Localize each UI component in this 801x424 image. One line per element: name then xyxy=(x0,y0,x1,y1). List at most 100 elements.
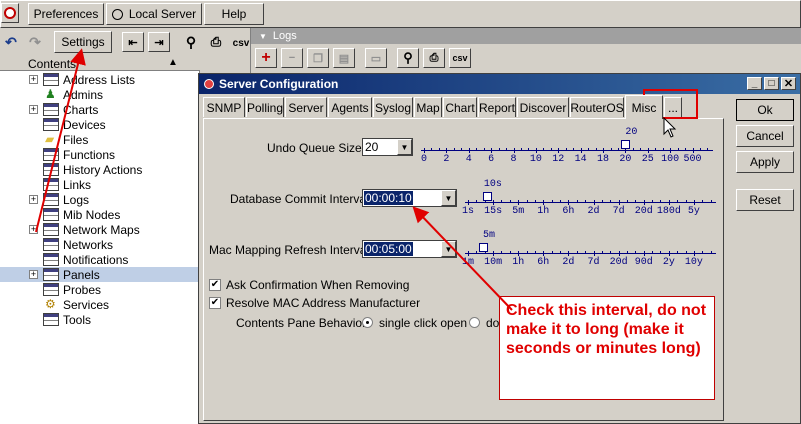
tab-label: Map xyxy=(416,100,440,115)
tree-item[interactable]: Links xyxy=(0,177,200,192)
tab-label: Server xyxy=(288,100,324,115)
tree-item-label: Links xyxy=(63,177,92,192)
tab-label: Misc xyxy=(631,100,657,115)
collapse-icon[interactable]: ▼ xyxy=(259,32,267,41)
db-commit-slider[interactable]: 1s 15s 5m 1h 6h 2d 7d 20d 180d 5y 10s xyxy=(462,178,716,218)
tree-item[interactable]: + Network Maps xyxy=(0,222,200,237)
ask-confirm-checkbox[interactable]: ✔ xyxy=(209,279,221,291)
tab-map[interactable]: Map xyxy=(414,97,442,117)
tree-item[interactable]: Devices xyxy=(0,117,200,132)
double-click-label: do xyxy=(486,316,500,330)
redo-icon[interactable]: ↷ xyxy=(24,32,46,52)
slider-tick xyxy=(543,200,545,205)
db-commit-select[interactable]: 00:00:10 ▼ xyxy=(362,189,457,207)
paste-icon[interactable]: ▤ xyxy=(333,48,355,68)
table-icon xyxy=(43,163,59,176)
close-app-button[interactable] xyxy=(1,3,19,23)
add-icon[interactable]: + xyxy=(255,48,277,68)
tree-item[interactable]: Functions xyxy=(0,147,200,162)
slider-tick xyxy=(468,200,469,205)
chevron-down-icon[interactable]: ▼ xyxy=(441,241,456,257)
tree-item[interactable]: ♟ Admins xyxy=(0,87,200,102)
tree-item[interactable]: Notifications xyxy=(0,252,200,267)
tree-item[interactable]: Probes xyxy=(0,282,200,297)
mac-refresh-select[interactable]: 00:05:00 ▼ xyxy=(362,240,457,258)
slider-tick-label: 8 xyxy=(510,154,517,165)
local-server-menu[interactable]: Local Server xyxy=(106,3,202,25)
remove-icon[interactable]: − xyxy=(281,48,303,68)
tree-item[interactable]: ⚙ Services xyxy=(0,297,200,312)
undo-icon[interactable]: ↶ xyxy=(0,32,22,52)
tab-syslog[interactable]: Syslog xyxy=(373,97,413,117)
tab-misc[interactable]: Misc xyxy=(625,95,663,119)
slider-tick xyxy=(558,148,560,153)
import-icon[interactable]: ⇤ xyxy=(122,32,144,52)
slider-tick xyxy=(476,200,478,203)
expand-plus-icon[interactable]: + xyxy=(29,270,38,279)
single-click-label: single click open xyxy=(379,316,468,330)
slider-thumb[interactable] xyxy=(482,192,492,201)
undo-queue-select[interactable]: 20 ▼ xyxy=(362,138,413,156)
tab-polling[interactable]: Polling xyxy=(246,97,284,117)
slider-tick xyxy=(660,200,662,203)
tree-item[interactable]: + Panels xyxy=(0,267,200,282)
tree-item-label: Address Lists xyxy=(63,72,136,87)
cancel-button[interactable]: Cancel xyxy=(736,125,794,147)
tree-item[interactable]: ▰ Files xyxy=(0,132,200,147)
ok-button[interactable]: Ok xyxy=(736,99,794,121)
preferences-menu[interactable]: Preferences xyxy=(28,3,104,25)
tree-item[interactable]: Tools xyxy=(0,312,200,327)
slider-tick-label: 12 xyxy=(552,154,565,165)
contents-header[interactable]: Contents ▲ xyxy=(0,57,200,71)
chevron-down-icon[interactable]: ▼ xyxy=(397,139,412,155)
close-button[interactable]: ✕ xyxy=(781,77,796,90)
reset-button[interactable]: Reset xyxy=(736,189,794,211)
expand-plus-icon[interactable]: + xyxy=(29,225,38,234)
tab-snmp[interactable]: SNMP xyxy=(203,97,245,117)
double-click-radio[interactable] xyxy=(469,317,480,328)
tab-agents[interactable]: Agents xyxy=(328,97,372,117)
minimize-button[interactable]: _ xyxy=(747,77,762,90)
tab-report[interactable]: Report xyxy=(478,97,516,117)
slider-tick-label: 2d xyxy=(587,206,600,217)
table-icon xyxy=(43,193,59,206)
logs-csv-icon[interactable]: csv xyxy=(449,48,471,68)
single-click-radio[interactable] xyxy=(362,317,373,328)
tree-item[interactable]: + Logs xyxy=(0,192,200,207)
mac-refresh-slider[interactable]: 1m 10m 1h 6h 2d 7d 20d 90d 2y 10y 5m xyxy=(462,229,716,269)
tree-item[interactable]: + Address Lists xyxy=(0,72,200,87)
expand-plus-icon[interactable]: + xyxy=(29,195,38,204)
comment-icon[interactable]: ▭ xyxy=(365,48,387,68)
slider-tick xyxy=(468,148,470,153)
tab-chart[interactable]: Chart xyxy=(443,97,477,117)
expand-plus-icon[interactable]: + xyxy=(29,105,38,114)
tab-label: SNMP xyxy=(206,100,242,115)
tree-item[interactable]: Networks xyxy=(0,237,200,252)
tree-item[interactable]: Mib Nodes xyxy=(0,207,200,222)
csv-icon[interactable]: csv xyxy=(230,33,252,53)
print-icon[interactable]: ⎙ xyxy=(205,32,227,52)
tree-item[interactable]: + Charts xyxy=(0,102,200,117)
settings-button[interactable]: Settings xyxy=(54,31,112,53)
export-icon[interactable]: ⇥ xyxy=(148,32,170,52)
apply-button[interactable]: Apply xyxy=(736,151,794,173)
tab-discover[interactable]: Discover xyxy=(517,97,569,117)
slider-track xyxy=(465,202,716,203)
help-menu[interactable]: Help xyxy=(204,3,264,25)
slider-thumb[interactable] xyxy=(621,140,631,149)
find-binoculars-icon[interactable]: ⚲ xyxy=(180,32,202,52)
chevron-down-icon[interactable]: ▼ xyxy=(441,190,456,206)
maximize-button[interactable]: □ xyxy=(764,77,779,90)
tree-item[interactable]: History Actions xyxy=(0,162,200,177)
tab-server[interactable]: Server xyxy=(285,97,327,117)
logs-find-icon[interactable]: ⚲ xyxy=(397,48,419,68)
resolve-mac-checkbox[interactable]: ✔ xyxy=(209,297,221,309)
logs-print-icon[interactable]: ⎙ xyxy=(423,48,445,68)
slider-tick xyxy=(513,148,515,153)
slider-tick-label: 100 xyxy=(661,154,680,165)
slider-thumb[interactable] xyxy=(479,243,489,252)
tab-routeros[interactable]: RouterOS xyxy=(570,97,624,117)
expand-plus-icon[interactable]: + xyxy=(29,75,38,84)
copy-icon[interactable]: ❐ xyxy=(307,48,329,68)
slider-tick xyxy=(626,200,628,203)
